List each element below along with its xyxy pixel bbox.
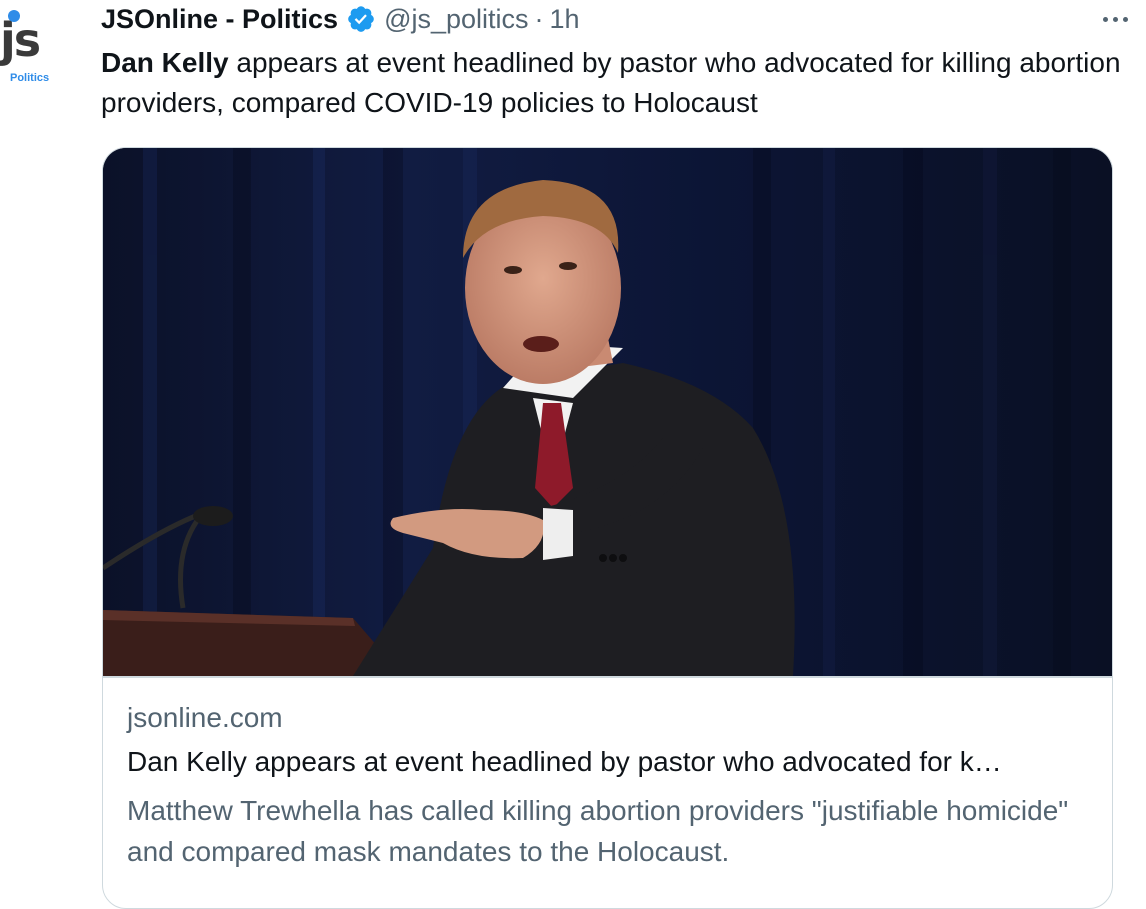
- more-dot: [1102, 16, 1108, 22]
- tweet-header: JSOnline - Politics @js_politics · 1h: [101, 0, 580, 38]
- timestamp[interactable]: 1h: [550, 4, 580, 35]
- tweet-text-rest: appears at event headlined by pastor who…: [101, 47, 1121, 118]
- card-domain[interactable]: jsonline.com: [127, 702, 283, 734]
- tweet-text: Dan Kelly appears at event headlined by …: [101, 43, 1131, 123]
- more-dot: [1112, 16, 1118, 22]
- avatar-logo: js: [0, 13, 41, 67]
- tweet-text-bold[interactable]: Dan Kelly: [101, 47, 229, 78]
- more-horizontal-icon[interactable]: [1100, 12, 1130, 26]
- avatar[interactable]: js Politics: [0, 0, 62, 100]
- display-name[interactable]: JSOnline - Politics: [101, 4, 338, 35]
- avatar-dot: [8, 10, 20, 22]
- tweet[interactable]: js Politics JSOnline - Politics @js_poli…: [0, 0, 1146, 909]
- link-card[interactable]: jsonline.com Dan Kelly appears at event …: [102, 147, 1113, 909]
- avatar-sub-label: Politics: [10, 72, 50, 84]
- card-title[interactable]: Dan Kelly appears at event headlined by …: [127, 746, 1097, 778]
- card-divider: [103, 676, 1112, 678]
- card-image[interactable]: [103, 148, 1112, 676]
- verified-badge-icon[interactable]: [346, 4, 376, 34]
- separator: ·: [534, 3, 544, 34]
- card-description: Matthew Trewhella has called killing abo…: [127, 795, 1069, 867]
- more-dot: [1122, 16, 1128, 22]
- handle[interactable]: @js_politics: [384, 4, 528, 35]
